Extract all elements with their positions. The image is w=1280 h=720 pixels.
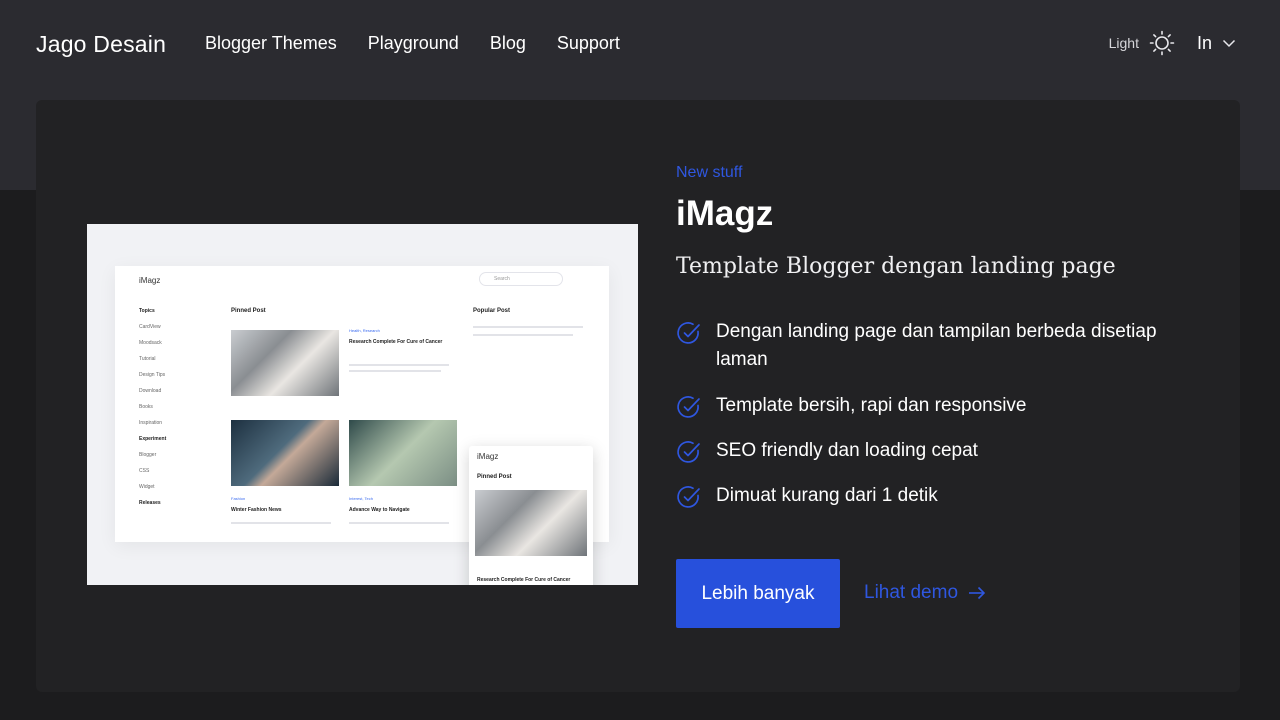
feature-item: Template bersih, rapi dan responsive <box>676 392 1196 420</box>
preview-search: Search <box>479 272 563 286</box>
hero-title: iMagz <box>676 194 774 233</box>
feature-list: Dengan landing page dan tampilan berbeda… <box>676 318 1196 527</box>
main-nav: Blogger Themes Playground Blog Support <box>205 33 620 54</box>
preview-sidebar-item: Topics <box>139 308 155 314</box>
check-circle-icon <box>677 441 700 463</box>
preview-popular-label: Popular Post <box>473 308 511 314</box>
preview-logo: iMagz <box>139 276 161 285</box>
view-demo-label: Lihat demo <box>864 582 959 603</box>
view-demo-link[interactable]: Lihat demo <box>864 582 986 604</box>
preview-post-category: Interest, Tech <box>349 496 373 501</box>
preview-sidebar-item: Tutorial <box>139 356 156 362</box>
feature-item: SEO friendly dan loading cepat <box>676 437 1196 465</box>
preview-pinned-label: Pinned Post <box>231 308 266 314</box>
preview-sidebar-item: Experiment <box>139 436 167 442</box>
hero-eyebrow: New stuff <box>676 164 743 181</box>
feature-text: Template bersih, rapi dan responsive <box>716 395 1027 416</box>
preview-post-category: Health, Research <box>349 328 380 333</box>
preview-text-line <box>349 370 441 372</box>
preview-sidebar-item: Widget <box>139 484 155 490</box>
preview-sidebar-item: Blogger <box>139 452 157 458</box>
header-actions: Light In <box>1109 30 1236 56</box>
preview-post-title: Advance Way to Navigate <box>349 507 410 513</box>
theme-label: Light <box>1108 35 1139 51</box>
preview-text-line <box>473 326 583 328</box>
sun-icon[interactable] <box>1149 30 1175 56</box>
preview-text-line <box>349 364 449 366</box>
preview-post-image <box>349 420 457 486</box>
preview-text-line <box>349 522 449 524</box>
preview-sidebar-item: Moodsack <box>139 340 162 346</box>
nav-blogger-themes[interactable]: Blogger Themes <box>205 33 337 54</box>
feature-item: Dimuat kurang dari 1 detik <box>676 482 1196 510</box>
feature-text: Dimuat kurang dari 1 detik <box>716 485 938 506</box>
nav-blog[interactable]: Blog <box>490 33 526 54</box>
chevron-down-icon[interactable] <box>1222 36 1236 50</box>
check-circle-icon <box>677 322 700 344</box>
preview-text-line <box>231 522 331 524</box>
preview-post-image <box>231 330 339 396</box>
language-selector[interactable]: In <box>1197 33 1212 54</box>
preview-sidebar-item: Books <box>139 404 153 410</box>
feature-text: Dengan landing page dan tampilan berbeda… <box>716 321 1157 370</box>
preview-post-title: Winter Fashion News <box>231 507 282 513</box>
site-logo[interactable]: Jago Desain <box>36 31 166 58</box>
site-header: Jago Desain Blogger Themes Playground Bl… <box>0 0 1280 92</box>
preview-post-image <box>231 420 339 486</box>
preview-sidebar-item: CSS <box>139 468 150 474</box>
preview-sidebar-item: Design Tips <box>139 372 166 378</box>
preview-mobile-logo: iMagz <box>477 452 499 461</box>
nav-support[interactable]: Support <box>557 33 620 54</box>
theme-preview-image: iMagz Search Topics CardView Moodsack Tu… <box>87 224 638 585</box>
preview-mobile-image <box>475 490 587 556</box>
preview-text-line <box>473 334 573 336</box>
preview-mobile-pinned: Pinned Post <box>477 474 512 480</box>
preview-sidebar-item: Download <box>139 388 162 394</box>
nav-playground[interactable]: Playground <box>368 33 459 54</box>
hero-subtitle: Template Blogger dengan landing page <box>676 254 1116 279</box>
more-button[interactable]: Lebih banyak <box>676 559 840 628</box>
preview-sidebar-item: Releases <box>139 500 161 506</box>
feature-text: SEO friendly dan loading cepat <box>716 440 978 461</box>
preview-mobile-title: Research Complete For Cure of Cancer <box>477 577 571 583</box>
arrow-right-icon <box>969 586 986 600</box>
preview-sidebar-item: Inspiration <box>139 420 163 426</box>
preview-mobile-mockup: iMagz Pinned Post Research Complete For … <box>469 446 593 585</box>
preview-sidebar-item: CardView <box>139 324 161 330</box>
preview-post-category: Fashion <box>231 496 246 501</box>
preview-sidebar: Topics CardView Moodsack Tutorial Design… <box>139 308 209 516</box>
feature-item: Dengan landing page dan tampilan berbeda… <box>676 318 1196 374</box>
check-circle-icon <box>677 486 700 508</box>
preview-post-title: Research Complete For Cure of Cancer <box>349 339 443 345</box>
check-circle-icon <box>677 396 700 418</box>
